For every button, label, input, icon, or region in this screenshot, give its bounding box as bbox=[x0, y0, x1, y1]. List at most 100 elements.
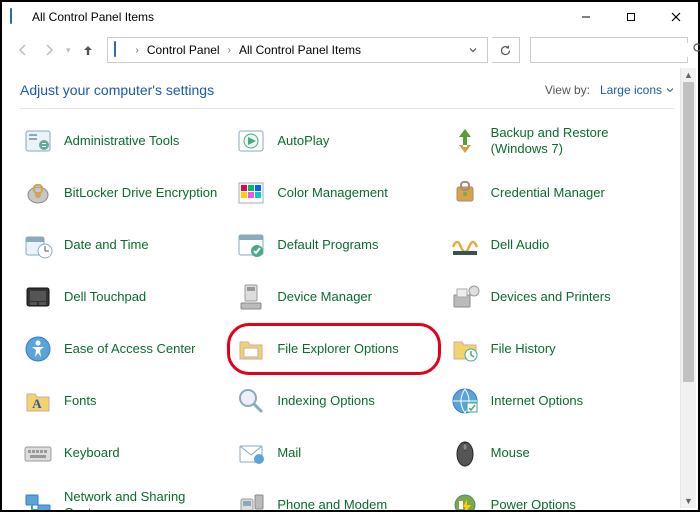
item-label: Color Management bbox=[277, 185, 388, 201]
item-phone-modem[interactable]: Phone and Modem bbox=[233, 487, 438, 510]
nav-back-button[interactable] bbox=[12, 39, 34, 61]
item-network-sharing[interactable]: Network and Sharing Center bbox=[20, 487, 225, 510]
control-panel-icon bbox=[10, 9, 26, 25]
phone-modem-icon bbox=[235, 489, 267, 510]
item-backup-restore[interactable]: Backup and Restore (Windows 7) bbox=[447, 123, 652, 159]
item-label: Indexing Options bbox=[277, 393, 375, 409]
titlebar: All Control Panel Items bbox=[2, 2, 698, 32]
keyboard-icon bbox=[22, 437, 54, 469]
power-icon bbox=[449, 489, 481, 510]
page-heading: Adjust your computer's settings bbox=[20, 82, 214, 98]
item-devices-printers[interactable]: Devices and Printers bbox=[447, 279, 652, 315]
item-bitlocker[interactable]: BitLocker Drive Encryption bbox=[20, 175, 225, 211]
window-controls bbox=[563, 2, 698, 31]
item-keyboard[interactable]: Keyboard bbox=[20, 435, 225, 471]
credential-icon bbox=[449, 177, 481, 209]
view-by-label: View by: bbox=[545, 83, 590, 97]
scrollbar-up-arrow[interactable]: ▲ bbox=[681, 68, 696, 82]
item-label: Devices and Printers bbox=[491, 289, 611, 305]
item-label: Credential Manager bbox=[491, 185, 605, 201]
item-power-options[interactable]: Power Options bbox=[447, 487, 652, 510]
item-administrative-tools[interactable]: Administrative Tools bbox=[20, 123, 225, 159]
chevron-right-icon[interactable]: › bbox=[226, 45, 233, 56]
chevron-down-icon bbox=[666, 86, 674, 94]
item-label: Network and Sharing Center bbox=[64, 489, 223, 510]
item-dell-touchpad[interactable]: Dell Touchpad bbox=[20, 279, 225, 315]
mouse-icon bbox=[449, 437, 481, 469]
item-mouse[interactable]: Mouse bbox=[447, 435, 652, 471]
dell-audio-icon bbox=[449, 229, 481, 261]
address-bar[interactable]: › Control Panel › All Control Panel Item… bbox=[107, 37, 488, 63]
datetime-icon bbox=[22, 229, 54, 261]
item-ease-of-access[interactable]: Ease of Access Center bbox=[20, 331, 225, 367]
nav-recent-dropdown[interactable]: ▾ bbox=[64, 45, 73, 56]
item-label: File History bbox=[491, 341, 556, 357]
scrollbar-down-arrow[interactable]: ▼ bbox=[681, 494, 696, 508]
maximize-button[interactable] bbox=[608, 2, 653, 31]
network-icon bbox=[22, 489, 54, 510]
chevron-down-icon bbox=[468, 45, 478, 55]
nav-forward-button[interactable] bbox=[38, 39, 60, 61]
minimize-button[interactable] bbox=[563, 2, 608, 31]
refresh-button[interactable] bbox=[492, 37, 520, 63]
scrollbar-thumb[interactable] bbox=[683, 82, 694, 382]
arrow-left-icon bbox=[16, 43, 30, 57]
item-label: Dell Audio bbox=[491, 237, 550, 253]
indexing-icon bbox=[235, 385, 267, 417]
address-dropdown-button[interactable] bbox=[461, 38, 485, 62]
vertical-scrollbar[interactable]: ▲ ▼ bbox=[680, 68, 696, 508]
view-by-control: View by: Large icons bbox=[545, 83, 674, 97]
search-box[interactable] bbox=[530, 37, 688, 63]
autoplay-icon bbox=[235, 125, 267, 157]
item-label: BitLocker Drive Encryption bbox=[64, 185, 217, 201]
item-device-manager[interactable]: Device Manager bbox=[233, 279, 438, 315]
maximize-icon bbox=[626, 12, 636, 22]
default-prog-icon bbox=[235, 229, 267, 261]
item-credential-manager[interactable]: Credential Manager bbox=[447, 175, 652, 211]
item-label: Mail bbox=[277, 445, 301, 461]
heading-row: Adjust your computer's settings View by:… bbox=[20, 82, 674, 98]
backup-icon bbox=[449, 125, 481, 157]
content-area: Adjust your computer's settings View by:… bbox=[2, 68, 698, 510]
item-file-explorer-options[interactable]: File Explorer Options bbox=[233, 331, 438, 367]
item-label: Mouse bbox=[491, 445, 530, 461]
window-title: All Control Panel Items bbox=[32, 10, 154, 24]
view-by-dropdown[interactable]: Large icons bbox=[600, 83, 674, 97]
nav-up-button[interactable] bbox=[77, 39, 99, 61]
search-input[interactable] bbox=[537, 43, 692, 57]
navigation-bar: ▾ › Control Panel › All Control Panel It… bbox=[2, 32, 698, 68]
chevron-right-icon[interactable]: › bbox=[134, 45, 141, 56]
item-file-history[interactable]: File History bbox=[447, 331, 652, 367]
item-autoplay[interactable]: AutoPlay bbox=[233, 123, 438, 159]
close-icon bbox=[671, 12, 681, 22]
item-color-management[interactable]: Color Management bbox=[233, 175, 438, 211]
window: All Control Panel Items ▾ › bbox=[0, 0, 700, 512]
file-explorer-icon bbox=[235, 333, 267, 365]
item-label: Phone and Modem bbox=[277, 497, 387, 510]
bitlocker-icon bbox=[22, 177, 54, 209]
fonts-icon bbox=[22, 385, 54, 417]
item-date-time[interactable]: Date and Time bbox=[20, 227, 225, 263]
item-label: Internet Options bbox=[491, 393, 584, 409]
item-label: File Explorer Options bbox=[277, 341, 398, 357]
item-mail[interactable]: Mail bbox=[233, 435, 438, 471]
refresh-icon bbox=[499, 44, 512, 57]
item-internet-options[interactable]: Internet Options bbox=[447, 383, 652, 419]
item-fonts[interactable]: Fonts bbox=[20, 383, 225, 419]
divider bbox=[20, 108, 674, 109]
item-dell-audio[interactable]: Dell Audio bbox=[447, 227, 652, 263]
item-default-programs[interactable]: Default Programs bbox=[233, 227, 438, 263]
item-label: Default Programs bbox=[277, 237, 378, 253]
item-indexing-options[interactable]: Indexing Options bbox=[233, 383, 438, 419]
arrow-up-icon bbox=[81, 43, 95, 57]
items-grid: Administrative Tools AutoPlay Backup and R… bbox=[20, 123, 674, 510]
close-button[interactable] bbox=[653, 2, 698, 31]
item-label: Dell Touchpad bbox=[64, 289, 146, 305]
breadcrumb-control-panel[interactable]: Control Panel bbox=[141, 41, 226, 59]
devices-printers-icon bbox=[449, 281, 481, 313]
item-label: Backup and Restore (Windows 7) bbox=[491, 125, 650, 156]
mail-icon bbox=[235, 437, 267, 469]
item-label: Administrative Tools bbox=[64, 133, 179, 149]
arrow-right-icon bbox=[42, 43, 56, 57]
breadcrumb-all-items[interactable]: All Control Panel Items bbox=[233, 41, 367, 59]
